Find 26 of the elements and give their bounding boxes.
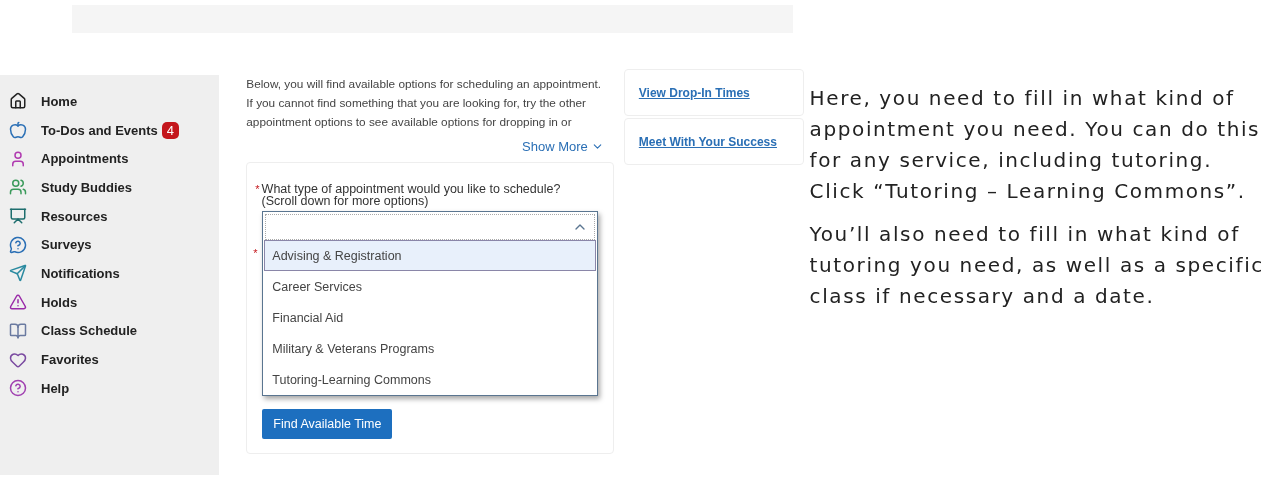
sidebar-item[interactable]: Study Buddies — [0, 173, 220, 202]
show-more-link[interactable]: Show More — [522, 139, 604, 154]
link[interactable]: Meet With Your Success — [638, 134, 777, 149]
instruction-paragraph: Here, you need to fill in what kind of appointment you need. You can do this for any service, including tutoring. Click “Tutoring – Learning Commons”. — [809, 85, 1262, 205]
intro-text: appointment options to see available options for dropping in or — [246, 114, 573, 131]
dropdown-option[interactable]: Advising & Registration — [264, 240, 597, 271]
sidebar-item[interactable]: Favorites — [0, 345, 220, 374]
sidebar-item[interactable]: Appointments — [0, 144, 220, 174]
find-available-time-button[interactable]: Find Available Time — [262, 409, 393, 439]
required-mark: * — [253, 247, 258, 259]
question-label: What type of appointment would you like to schedule? — [261, 183, 561, 195]
sidebar-item[interactable]: Resources — [0, 201, 220, 231]
instruction-paragraph: You’ll also need to fill in what kind of tutoring you need, as well as a specific class if necessary and a date. — [809, 221, 1265, 310]
sidebar-item[interactable]: Surveys — [0, 230, 220, 260]
sidebar-item[interactable]: To-Dos and Events 4 — [0, 115, 220, 145]
sidebar-item[interactable]: Home — [0, 87, 220, 116]
required-mark: * — [255, 183, 260, 197]
sidebar-item[interactable]: Notifications — [0, 259, 220, 288]
hint-text: (Scroll down for more options) — [261, 195, 430, 207]
intro-text: If you cannot find something that you are looking for, try the other — [246, 95, 587, 112]
sidebar-item[interactable]: Class Schedule — [0, 316, 220, 346]
sidebar-item[interactable]: Help — [0, 373, 220, 403]
intro-text: Below, you will find available options for scheduling an appointment. — [246, 76, 603, 93]
count-badge: 4 — [161, 121, 179, 139]
link[interactable]: View Drop-In Times — [638, 85, 750, 100]
sidebar-item[interactable]: Holds — [0, 287, 220, 317]
